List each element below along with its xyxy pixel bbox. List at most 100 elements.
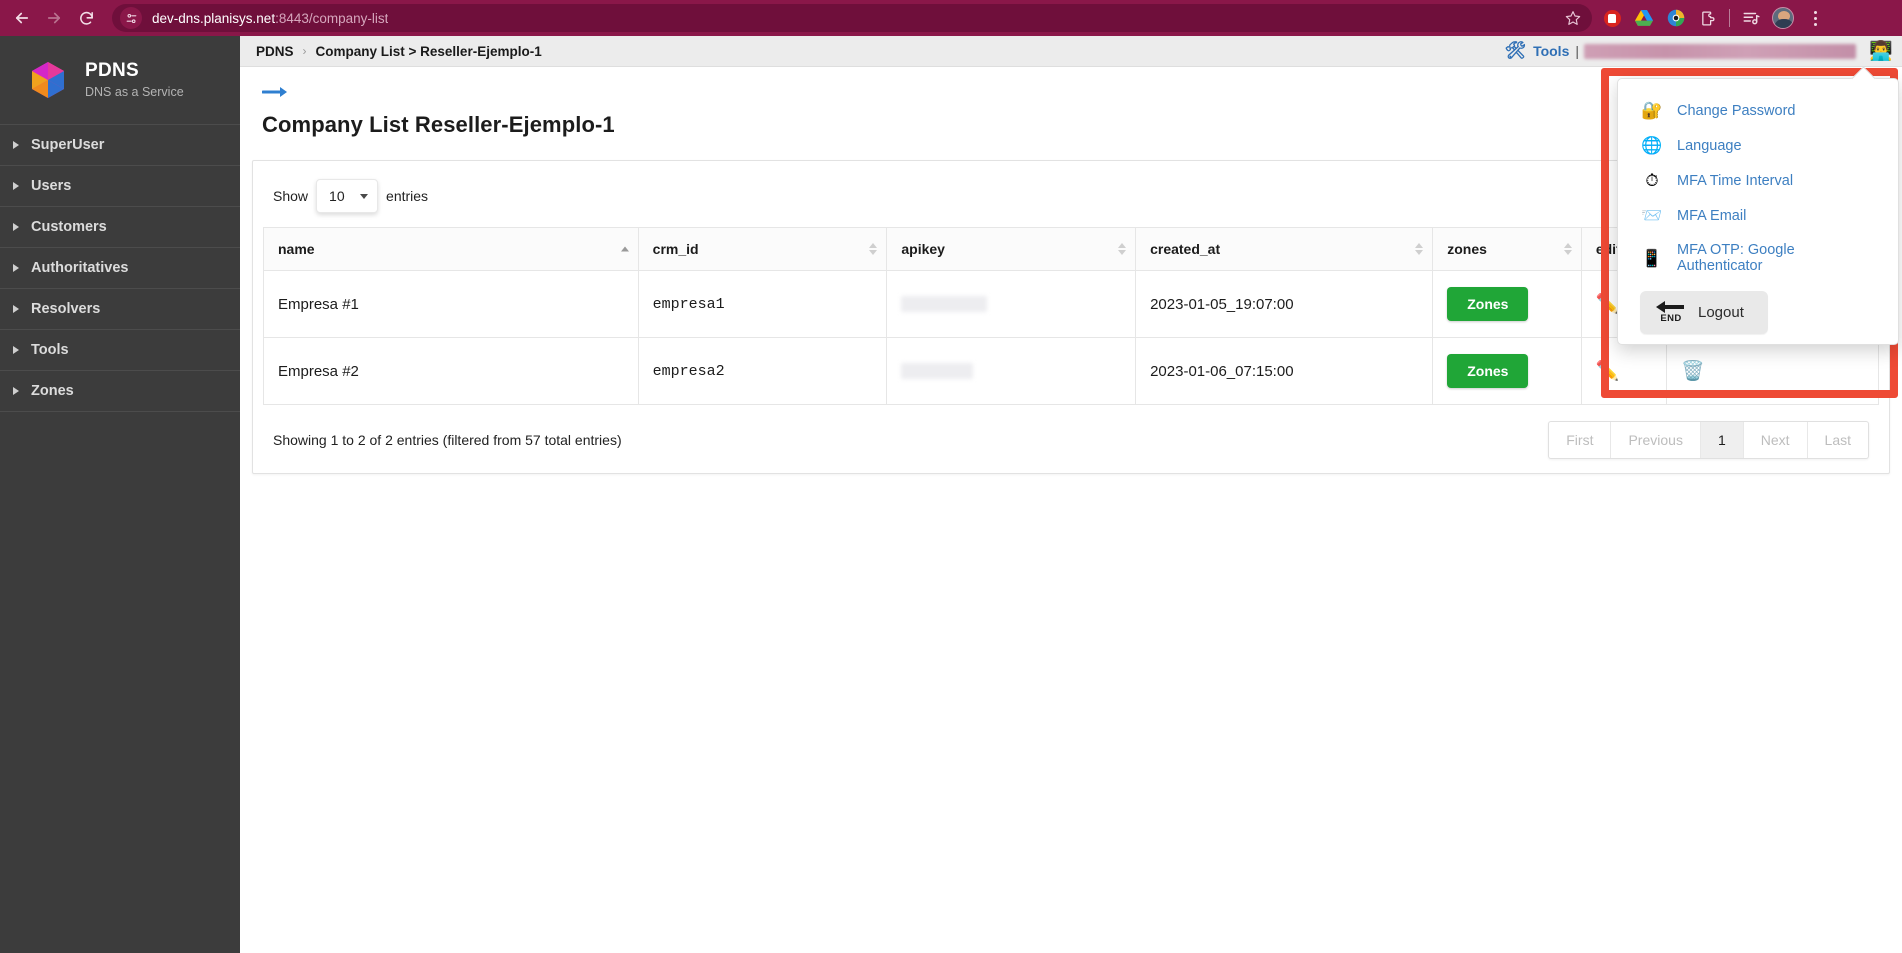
pencil-icon[interactable]: ✏️ — [1596, 294, 1620, 315]
cell-name: Empresa #2 — [263, 337, 639, 405]
column-header-zones[interactable]: zones — [1432, 227, 1582, 271]
cell-delete: 🗑️ — [1666, 337, 1879, 405]
sidebar-item-label: SuperUser — [31, 137, 105, 153]
column-label: name — [278, 241, 315, 257]
wastebasket-icon[interactable]: 🗑️ — [1681, 361, 1705, 382]
redacted-apikey — [901, 296, 988, 312]
column-header-crm-id[interactable]: crm_id — [637, 227, 888, 271]
extension-colored-icon[interactable] — [1660, 2, 1692, 34]
sidebar-item-authoritatives[interactable]: Authoritatives — [0, 248, 240, 289]
brand-title: PDNS — [85, 60, 139, 82]
toolbar-divider — [1729, 9, 1730, 27]
cell-created-at: 2023-01-06_07:15:00 — [1135, 337, 1434, 405]
column-label: zones — [1447, 241, 1487, 257]
page-length-select[interactable]: 10 — [316, 179, 379, 213]
pagination-page-1[interactable]: 1 — [1700, 422, 1744, 458]
pagination: First Previous 1 Next Last — [1548, 421, 1869, 459]
tools-menu-link[interactable]: 🛠 Tools | — [1504, 41, 1582, 61]
mobile-phone-icon: 📱 — [1641, 248, 1663, 268]
entries-label: entries — [386, 188, 429, 204]
stopwatch-clock-icon: ⏱ — [1645, 171, 1659, 190]
cell-zones: Zones — [1432, 270, 1582, 338]
column-header-name[interactable]: name — [263, 227, 639, 271]
redacted-apikey — [901, 363, 974, 379]
breadcrumb-root[interactable]: PDNS — [256, 44, 294, 59]
sidebar-item-label: Customers — [31, 219, 107, 235]
star-icon[interactable] — [1562, 7, 1584, 29]
zones-button[interactable]: Zones — [1447, 354, 1529, 388]
forward-arrow-icon[interactable] — [38, 2, 70, 34]
column-header-created-at[interactable]: created_at — [1135, 227, 1434, 271]
url-text: dev-dns.planisys.net:8443/company-list — [152, 11, 388, 26]
pagination-previous[interactable]: Previous — [1611, 422, 1701, 458]
menu-item-mfa-time-interval[interactable]: ⏱ MFA Time Interval — [1618, 163, 1898, 198]
logout-label: Logout — [1698, 304, 1744, 321]
ublock-origin-icon[interactable] — [1596, 2, 1628, 34]
sidebar-item-label: Resolvers — [31, 301, 101, 317]
reading-list-icon[interactable] — [1735, 2, 1767, 34]
sidebar-item-users[interactable]: Users — [0, 166, 240, 207]
pagination-next[interactable]: Next — [1744, 422, 1808, 458]
pagination-last[interactable]: Last — [1808, 422, 1868, 458]
column-label: crm_id — [652, 241, 699, 257]
sidebar-item-superuser[interactable]: SuperUser — [0, 125, 240, 166]
tools-label: Tools — [1533, 43, 1570, 59]
sort-toggle-icon — [869, 243, 878, 255]
app-topbar: PDNS › Company List > Reseller-Ejemplo-1… — [240, 36, 1902, 67]
sidebar-item-tools[interactable]: Tools — [0, 330, 240, 371]
google-drive-icon[interactable] — [1628, 2, 1660, 34]
menu-item-label: MFA Time Interval — [1677, 172, 1794, 189]
sidebar-item-resolvers[interactable]: Resolvers — [0, 289, 240, 330]
cell-crm-id: empresa2 — [637, 337, 888, 405]
menu-item-label: Change Password — [1677, 102, 1796, 119]
user-avatar-icon[interactable]: 👨‍💻 — [1868, 38, 1894, 64]
page-length-value: 10 — [329, 188, 345, 204]
pagination-first[interactable]: First — [1549, 422, 1612, 458]
reload-icon[interactable] — [70, 2, 102, 34]
brand-subtitle: DNS as a Service — [85, 84, 184, 99]
cell-name: Empresa #1 — [263, 270, 639, 338]
column-header-apikey[interactable]: apikey — [886, 227, 1137, 271]
back-arrow-icon[interactable] — [6, 2, 38, 34]
url-path: :8443/company-list — [275, 10, 389, 26]
user-account-menu: 🔐 Change Password 🌐 Language ⏱ MFA Time … — [1617, 78, 1899, 345]
column-label: created_at — [1150, 241, 1221, 257]
cell-crm-id: empresa1 — [637, 270, 888, 338]
menu-item-language[interactable]: 🌐 Language — [1618, 128, 1898, 163]
chevron-right-icon — [13, 346, 19, 354]
extensions-puzzle-icon[interactable] — [1692, 2, 1724, 34]
tools-separator: | — [1575, 43, 1579, 59]
menu-item-label: Language — [1677, 137, 1742, 154]
menu-item-mfa-otp-google-authenticator[interactable]: 📱 MFA OTP: Google Authenticator — [1618, 233, 1898, 283]
cell-apikey — [886, 337, 1137, 405]
sort-ascending-icon — [620, 246, 629, 252]
menu-item-label: MFA Email — [1677, 207, 1747, 224]
profile-avatar-icon[interactable] — [1767, 2, 1799, 34]
topbar-right-group: 🛠 Tools | 👨‍💻 — [1504, 38, 1894, 64]
cell-created-at: 2023-01-05_19:07:00 — [1135, 270, 1434, 338]
address-bar[interactable]: dev-dns.planisys.net:8443/company-list — [112, 4, 1592, 32]
logout-button[interactable]: END Logout — [1640, 291, 1768, 334]
breadcrumb-separator-icon: › — [302, 44, 307, 58]
breadcrumb-current: Company List > Reseller-Ejemplo-1 — [315, 43, 542, 59]
chevron-down-icon — [360, 193, 369, 199]
pencil-icon[interactable]: ✏️ — [1596, 361, 1620, 382]
chevron-right-icon — [13, 223, 19, 231]
menu-item-mfa-email[interactable]: 📨 MFA Email — [1618, 198, 1898, 233]
sidebar-item-label: Zones — [31, 383, 74, 399]
table-row: Empresa #2 empresa2 2023-01-06_07:15:00 … — [263, 337, 1879, 405]
zones-button[interactable]: Zones — [1447, 287, 1529, 321]
brand-header[interactable]: PDNS DNS as a Service — [0, 36, 240, 125]
envelope-icon: 📨 — [1641, 206, 1663, 225]
sort-toggle-icon — [1118, 243, 1127, 255]
cell-zones: Zones — [1432, 337, 1582, 405]
site-settings-icon[interactable] — [120, 7, 142, 29]
cell-apikey — [886, 270, 1137, 338]
globe-icon: 🌐 — [1641, 136, 1663, 155]
chrome-menu-kebab-icon[interactable] — [1799, 2, 1831, 34]
menu-item-change-password[interactable]: 🔐 Change Password — [1618, 93, 1898, 128]
pdns-logo-icon — [26, 58, 70, 102]
sidebar-item-zones[interactable]: Zones — [0, 371, 240, 412]
end-label: END — [1660, 313, 1682, 324]
sidebar-item-customers[interactable]: Customers — [0, 207, 240, 248]
